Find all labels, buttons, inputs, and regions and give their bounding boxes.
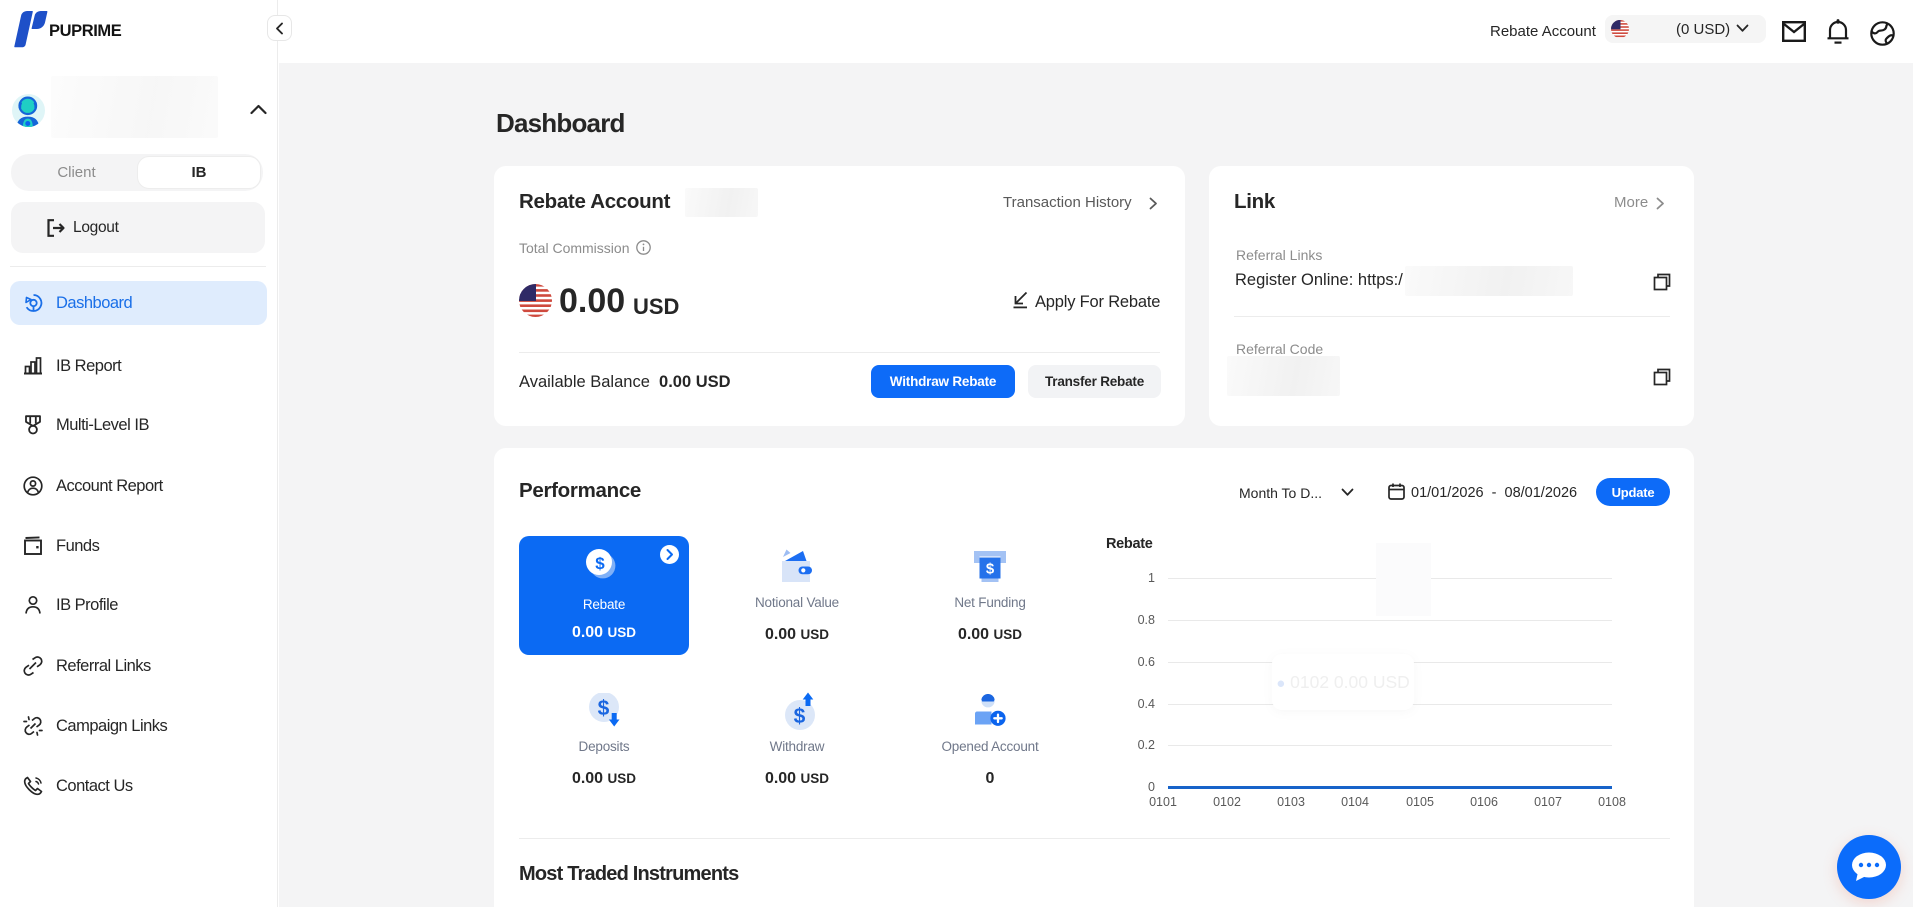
svg-text:$: $: [595, 554, 605, 573]
svg-text:$: $: [986, 561, 995, 578]
svg-text:$: $: [794, 705, 806, 728]
svg-text:$: $: [598, 697, 610, 720]
